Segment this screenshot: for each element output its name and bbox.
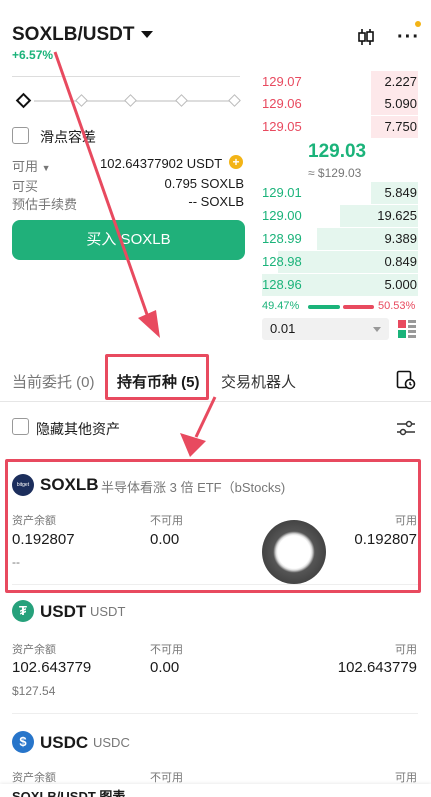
col-unavailable-label: 不可用 xyxy=(150,515,183,527)
asset-unavailable: 0.00 xyxy=(150,531,180,548)
buy-ratio: 49.47% xyxy=(262,300,300,312)
col-available-label: 可用 xyxy=(395,772,417,784)
asset-fullname: 半导体看涨 3 倍 ETF（bStocks) xyxy=(101,480,286,495)
asset-usd-value: $127.54 xyxy=(12,684,56,698)
usdc-icon: $ xyxy=(12,731,34,753)
chevron-down-icon xyxy=(373,327,381,332)
col-balance-label: 资产余额 xyxy=(12,644,56,656)
col-available-label: 可用 xyxy=(395,515,417,527)
asset-available: 0.192807 xyxy=(354,531,417,548)
ask-row[interactable]: 129.06 5.090 xyxy=(262,93,418,115)
bid-row[interactable]: 128.98 0.849 xyxy=(262,251,418,273)
soxlb-logo: bitget xyxy=(12,474,34,496)
chevron-down-icon[interactable] xyxy=(141,31,153,38)
chart-link[interactable]: SOXLB/USDT 图表 xyxy=(12,786,125,797)
ask-row[interactable]: 129.05 7.750 xyxy=(262,116,418,138)
candlestick-chart-icon[interactable] xyxy=(357,27,375,47)
asset-symbol[interactable]: USDT xyxy=(40,602,86,622)
can-buy-value: 0.795 SOXLB xyxy=(164,176,245,191)
slider-stop-100[interactable] xyxy=(228,94,241,107)
slippage-checkbox[interactable] xyxy=(12,127,29,144)
slider-handle[interactable] xyxy=(15,92,32,109)
tab-divider xyxy=(0,401,431,402)
filter-settings-icon[interactable] xyxy=(396,418,416,438)
asset-balance: 102.643779 xyxy=(12,659,92,676)
price-change: +6.57% xyxy=(12,48,54,62)
assistive-touch-button[interactable] xyxy=(262,520,326,584)
can-buy-label: 可买 xyxy=(12,179,39,194)
add-funds-icon[interactable]: + xyxy=(229,155,243,169)
ask-row[interactable]: 129.07 2.227 xyxy=(262,71,418,93)
tab-holdings[interactable]: 持有币种 (5) xyxy=(117,371,200,392)
sell-ratio-bar xyxy=(343,305,374,309)
tab-open-orders[interactable]: 当前委托 (0) xyxy=(12,371,95,392)
asset-unavailable: 0.00 xyxy=(150,659,180,676)
available-label[interactable]: 可用 ▼ xyxy=(12,156,51,175)
bid-row[interactable]: 129.01 5.849 xyxy=(262,182,418,204)
orderbook-layout-icon[interactable] xyxy=(398,320,416,338)
row-divider xyxy=(12,584,418,585)
col-unavailable-label: 不可用 xyxy=(150,644,183,656)
buy-ratio-bar xyxy=(308,305,340,309)
slippage-label: 滑点容差 xyxy=(40,129,96,145)
bid-row[interactable]: 128.99 9.389 xyxy=(262,228,418,250)
asset-usd-value: -- xyxy=(12,555,20,569)
usdt-icon: ₮ xyxy=(12,600,34,622)
asset-balance: 0.192807 xyxy=(12,531,75,548)
notification-dot xyxy=(415,21,421,27)
row-divider xyxy=(12,713,418,714)
order-history-icon[interactable] xyxy=(396,370,416,390)
col-available-label: 可用 xyxy=(395,644,417,656)
tab-trading-bots[interactable]: 交易机器人 xyxy=(221,371,296,392)
slider-stop-50[interactable] xyxy=(124,94,137,107)
bid-row[interactable]: 129.00 19.625 xyxy=(262,205,418,227)
asset-symbol[interactable]: USDC xyxy=(40,733,88,753)
slider-stop-25[interactable] xyxy=(75,94,88,107)
pair-title[interactable]: SOXLB/USDT xyxy=(12,24,134,46)
last-price[interactable]: 129.03 xyxy=(308,141,366,163)
slider-stop-75[interactable] xyxy=(175,94,188,107)
buy-button[interactable]: 买入 SOXLB xyxy=(12,220,245,260)
asset-available: 102.643779 xyxy=(337,659,417,676)
more-icon[interactable]: ··· xyxy=(397,27,420,47)
fee-value: -- SOXLB xyxy=(188,194,244,209)
asset-fullname: USDT xyxy=(90,604,126,619)
col-unavailable-label: 不可用 xyxy=(150,772,183,784)
col-balance-label: 资产余额 xyxy=(12,772,56,784)
last-price-usd: ≈ $129.03 xyxy=(308,166,362,180)
hide-other-assets-checkbox[interactable] xyxy=(12,418,29,435)
sell-ratio: 50.53% xyxy=(378,300,416,312)
bid-row[interactable]: 128.96 5.000 xyxy=(262,274,418,296)
price-input-underline xyxy=(12,76,240,77)
hide-other-assets-label: 隐藏其他资产 xyxy=(36,421,120,437)
asset-fullname: USDC xyxy=(93,735,130,750)
col-balance-label: 资产余额 xyxy=(12,515,56,527)
asset-symbol[interactable]: SOXLB xyxy=(40,475,99,495)
precision-select[interactable]: 0.01 xyxy=(262,318,389,340)
fee-label: 预估手续费 xyxy=(12,197,78,212)
available-value: 102.64377902 USDT xyxy=(100,156,223,171)
